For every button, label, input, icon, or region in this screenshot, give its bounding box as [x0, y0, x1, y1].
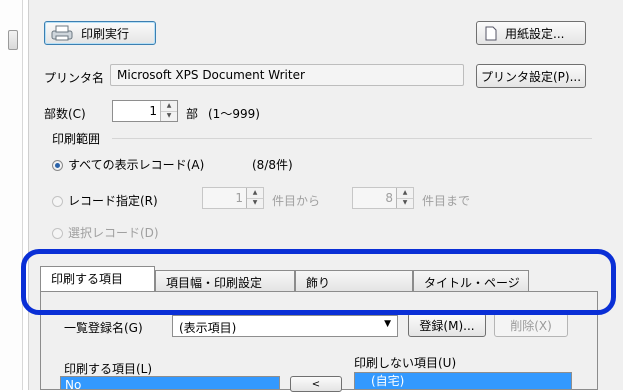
delete-button[interactable]: 削除(X): [494, 313, 568, 337]
copies-unit: 部: [186, 107, 199, 121]
to-record-value: 8: [385, 191, 393, 205]
register-button[interactable]: 登録(M)...: [408, 313, 486, 337]
list-name-label: 一覧登録名(G): [64, 321, 143, 335]
list-name-value: (表示項目): [179, 321, 237, 335]
list-item[interactable]: (自宅): [355, 373, 571, 389]
printer-icon: [49, 25, 75, 41]
no-print-items-list[interactable]: (自宅): [354, 372, 572, 390]
from-record-suffix: 件目から: [272, 194, 321, 208]
list-name-combo[interactable]: (表示項目) ▼: [172, 315, 398, 337]
print-execute-button[interactable]: 印刷実行: [44, 21, 156, 45]
print-items-list[interactable]: No: [60, 376, 280, 390]
spin-down-icon[interactable]: ▼: [247, 198, 263, 208]
selected-records-label: 選択レコード(D): [68, 226, 159, 240]
group-divider: [112, 138, 592, 139]
copies-spinner[interactable]: 1 ▲ ▼: [112, 100, 178, 122]
list-item[interactable]: No: [61, 377, 279, 389]
printer-name-field: Microsoft XPS Document Writer: [110, 64, 464, 86]
paper-setup-button[interactable]: 用紙設定...: [476, 21, 586, 45]
print-range-title: 印刷範囲: [52, 132, 101, 146]
specify-records-radio[interactable]: [52, 196, 63, 207]
specify-records-label: レコード指定(R): [68, 194, 158, 208]
to-record-spinner[interactable]: 8 ▲ ▼: [352, 187, 414, 209]
all-records-label: すべての表示レコード(A): [68, 158, 205, 172]
copies-range: (1〜999): [208, 107, 260, 121]
all-records-count: (8/8件): [252, 158, 293, 172]
spin-down-icon[interactable]: ▼: [397, 198, 413, 208]
no-print-items-label: 印刷しない項目(U): [354, 356, 457, 370]
from-record-spinner[interactable]: 1 ▲ ▼: [202, 187, 264, 209]
spin-down-icon[interactable]: ▼: [161, 111, 177, 121]
to-record-suffix: 件目まで: [422, 194, 471, 208]
printer-name-label: プリンタ名: [44, 71, 105, 85]
print-items-label: 印刷する項目(L): [64, 362, 153, 376]
pane-splitter-handle[interactable]: [8, 30, 18, 50]
chevron-down-icon: ▼: [384, 319, 391, 329]
copies-value: 1: [149, 104, 157, 118]
copies-label: 部数(C): [44, 107, 86, 121]
annotation-highlight-box: [21, 249, 616, 315]
print-execute-label: 印刷実行: [81, 26, 130, 41]
printer-setup-button[interactable]: プリンタ設定(P)...: [476, 64, 586, 88]
left-pane-edge: [0, 0, 23, 390]
from-record-value: 1: [235, 191, 243, 205]
paper-setup-label: 用紙設定...: [505, 26, 565, 41]
all-records-radio[interactable]: [52, 160, 63, 171]
page-icon: [485, 26, 497, 41]
selected-records-radio[interactable]: [52, 228, 63, 239]
